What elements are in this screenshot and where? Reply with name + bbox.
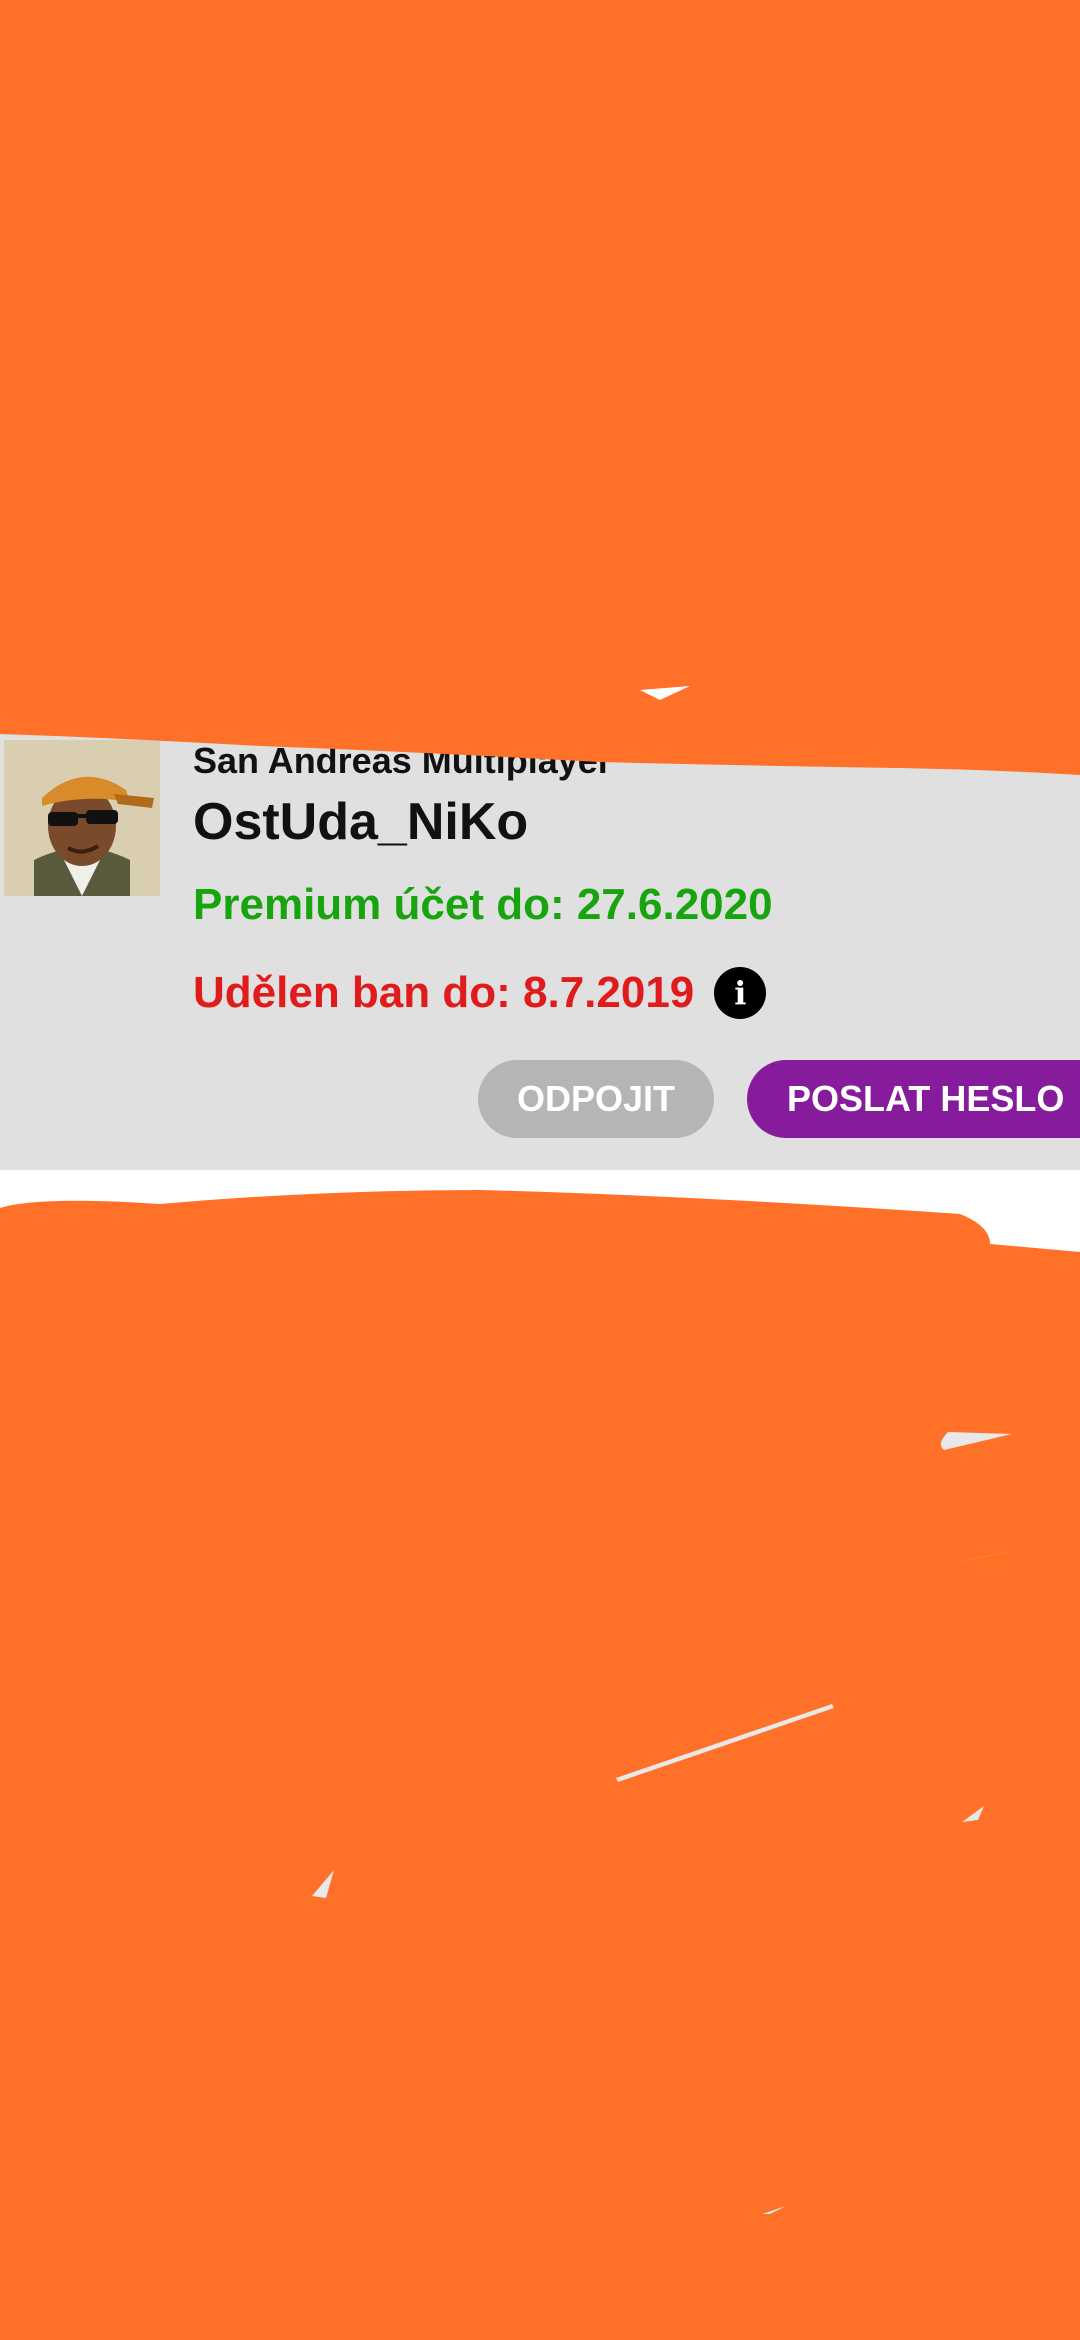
screen: San Andreas Multiplayer OstUda_NiKo Prem… [0, 0, 1080, 2340]
redaction-scribble [0, 0, 1080, 2340]
